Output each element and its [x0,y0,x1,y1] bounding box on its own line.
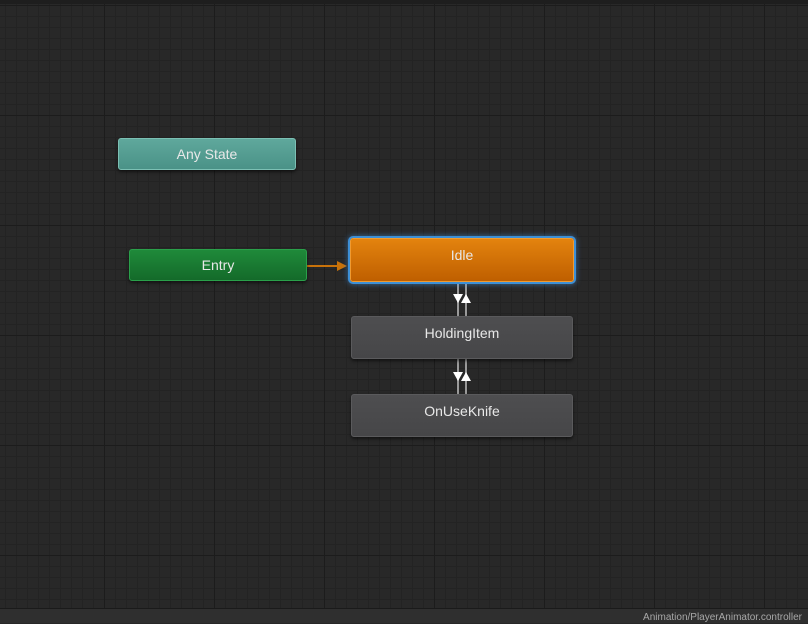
transition-onuseknife-to-holdingitem[interactable] [461,359,471,394]
state-node-label: OnUseKnife [424,403,500,419]
asset-path-label: Animation/PlayerAnimator.controller [643,612,802,623]
state-node-holdingitem[interactable]: HoldingItem [351,316,573,359]
graph-top-edge [0,0,808,4]
state-node-label: Idle [450,247,474,263]
transition-holdingitem-to-onuseknife[interactable] [453,359,463,394]
transition-idle-to-holdingitem[interactable] [453,282,463,316]
state-node-label: Any State [176,146,238,162]
state-node-label: HoldingItem [424,325,500,341]
state-node-idle[interactable]: Idle [350,238,574,282]
transitions-layer [307,261,471,394]
state-node-label: Entry [201,257,235,273]
status-bar: Animation/PlayerAnimator.controller [0,608,808,623]
state-node-any-state[interactable]: Any State [118,138,296,170]
state-node-onuseknife[interactable]: OnUseKnife [351,394,573,437]
state-node-entry[interactable]: Entry [129,249,307,281]
animator-graph-canvas[interactable]: Any State Entry Idle HoldingItem OnUseKn… [0,0,808,608]
transition-holdingitem-to-idle[interactable] [461,282,471,316]
transition-entry-to-idle[interactable] [307,261,347,271]
